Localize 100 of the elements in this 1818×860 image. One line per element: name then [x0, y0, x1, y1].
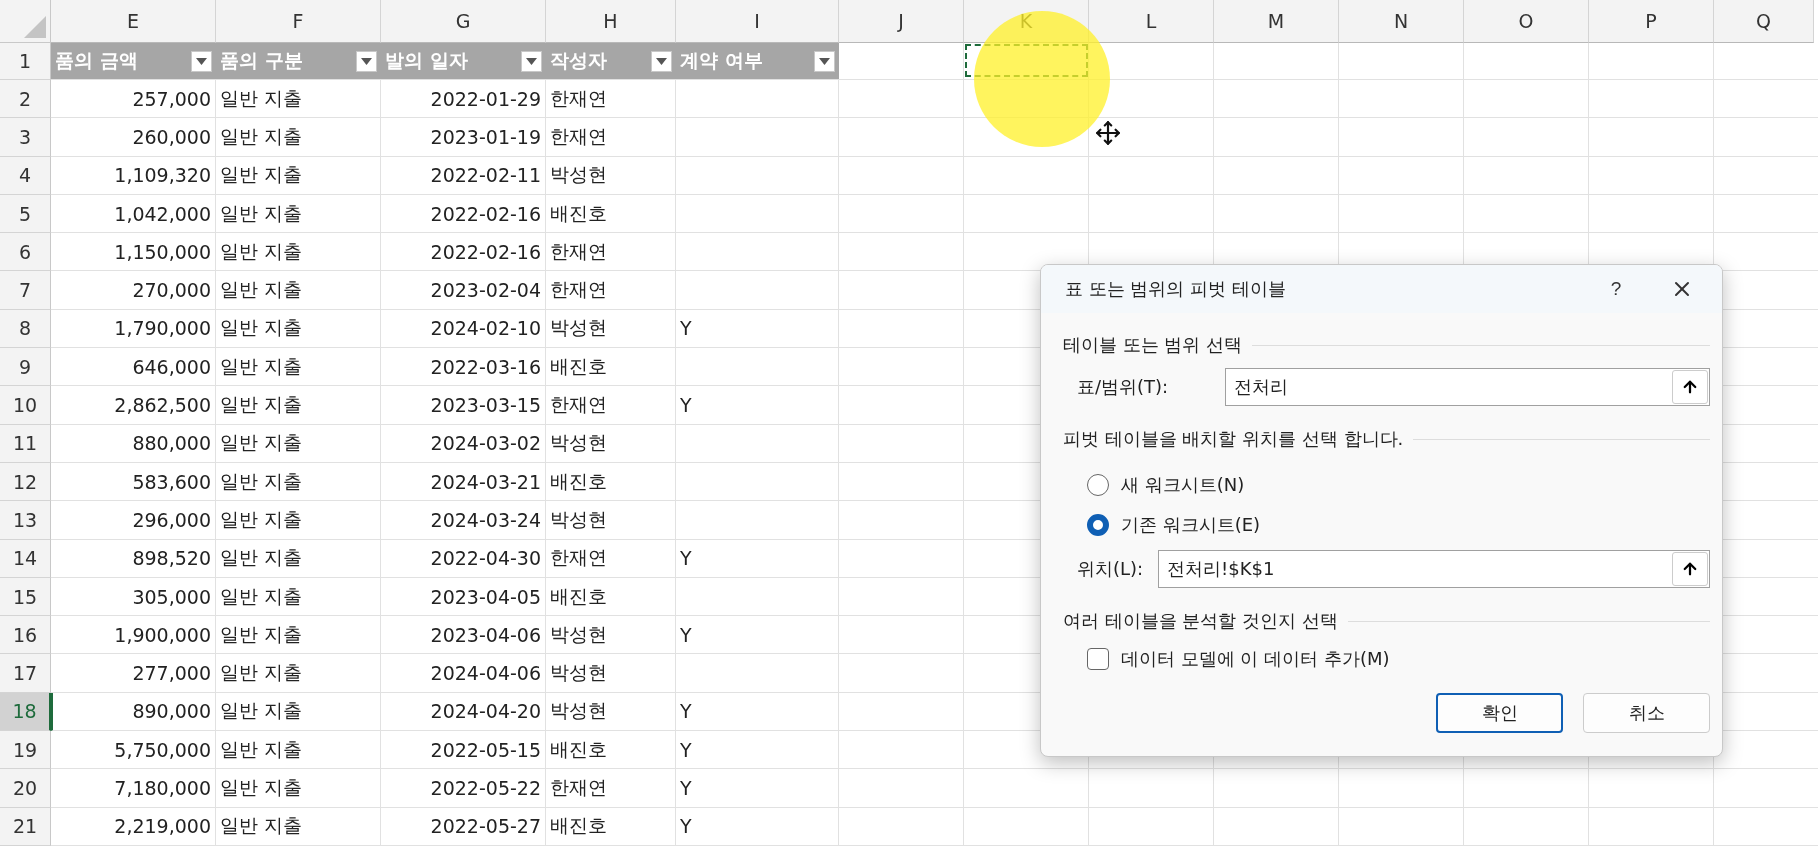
table-cell: 한재연	[546, 539, 676, 578]
table-cell: Y	[676, 692, 839, 732]
location-field[interactable]: 전처리!$K$1	[1158, 550, 1710, 588]
table-cell: 한재연	[546, 118, 676, 157]
column-header[interactable]: E	[51, 0, 216, 43]
table-cell: 1,042,000	[51, 194, 216, 234]
table-cell: 270,000	[51, 271, 216, 310]
row-header[interactable]: 6	[0, 233, 51, 272]
table-cell: Y	[676, 539, 839, 578]
table-cell: 2022-03-16	[381, 348, 546, 387]
row-header[interactable]: 19	[0, 731, 51, 770]
table-cell: 박성현	[546, 156, 676, 195]
row-header[interactable]: 16	[0, 616, 51, 655]
column-header[interactable]: O	[1464, 0, 1589, 43]
text-input[interactable]: 전처리!$K$1	[1159, 558, 1672, 580]
row-header[interactable]: 17	[0, 654, 51, 693]
help-button[interactable]: ?	[1586, 269, 1646, 309]
ok-button[interactable]: 확인	[1436, 693, 1563, 733]
option-label: 새 워크시트(N)	[1121, 473, 1245, 497]
radio-option[interactable]: 기존 워크시트(E)	[1063, 505, 1710, 545]
table-cell: 890,000	[51, 692, 216, 732]
table-cell: 박성현	[546, 692, 676, 732]
table-cell: 한재연	[546, 233, 676, 272]
table-cell: 880,000	[51, 424, 216, 463]
table-cell: 646,000	[51, 348, 216, 387]
table-cell: 898,520	[51, 539, 216, 578]
table-cell: 2022-02-16	[381, 233, 546, 272]
table-cell: 일반 지출	[216, 769, 381, 808]
table-cell: 일반 지출	[216, 80, 381, 119]
section-label: 여러 테이블을 분석할 것인지 선택	[1063, 609, 1338, 633]
column-header[interactable]: J	[839, 0, 964, 43]
header-label: 발의 일자	[385, 48, 468, 73]
row-header[interactable]: 20	[0, 769, 51, 808]
table-cell: 1,900,000	[51, 616, 216, 655]
row-header[interactable]: 13	[0, 501, 51, 540]
header-label: 품의 금액	[55, 48, 138, 73]
column-header[interactable]: N	[1339, 0, 1464, 43]
table-cell: 583,600	[51, 462, 216, 502]
row-header[interactable]: 5	[0, 194, 51, 234]
table-cell: 2024-04-20	[381, 692, 546, 732]
table-cell: 1,150,000	[51, 233, 216, 272]
field-label: 위치(L):	[1077, 557, 1145, 581]
table-cell: 7,180,000	[51, 769, 216, 808]
table-cell: 2022-05-15	[381, 731, 546, 770]
table-cell: 2024-03-24	[381, 501, 546, 540]
row-header[interactable]: 21	[0, 807, 51, 846]
table-cell: 배진호	[546, 462, 676, 502]
row-header[interactable]: 2	[0, 80, 51, 119]
row-header[interactable]: 12	[0, 462, 51, 502]
cancel-button[interactable]: 취소	[1583, 693, 1710, 733]
table-cell: 2,862,500	[51, 386, 216, 425]
table-cell: 2024-03-02	[381, 424, 546, 463]
table-cell: 2022-05-27	[381, 807, 546, 846]
table-cell: 일반 지출	[216, 501, 381, 540]
range-field[interactable]: 전처리	[1225, 368, 1710, 406]
table-cell: 일반 지출	[216, 348, 381, 387]
dialog-title: 표 또는 범위의 피벗 테이블	[1065, 277, 1287, 301]
radio-option[interactable]: 새 워크시트(N)	[1063, 465, 1710, 505]
column-header[interactable]: G	[381, 0, 546, 43]
column-header[interactable]: F	[216, 0, 381, 43]
table-cell: 박성현	[546, 654, 676, 693]
table-cell: 2,219,000	[51, 807, 216, 846]
column-header[interactable]: L	[1089, 0, 1214, 43]
table-cell: 일반 지출	[216, 156, 381, 195]
section-label: 피벗 테이블을 배치할 위치를 선택 합니다.	[1063, 427, 1404, 451]
field-label: 표/범위(T):	[1077, 375, 1170, 399]
column-header[interactable]: M	[1214, 0, 1339, 43]
row-header[interactable]: 7	[0, 271, 51, 310]
table-cell: 2023-04-06	[381, 616, 546, 655]
column-header[interactable]: P	[1589, 0, 1714, 43]
row-header[interactable]: 9	[0, 348, 51, 387]
row-header[interactable]: 11	[0, 424, 51, 463]
text-input[interactable]: 전처리	[1226, 376, 1672, 398]
table-cell: 1,790,000	[51, 309, 216, 349]
header-label: 작성자	[550, 48, 607, 73]
table-cell: 박성현	[546, 424, 676, 463]
row-header[interactable]: 1	[0, 43, 51, 80]
table-cell: 2022-02-16	[381, 194, 546, 234]
header-label: 계약 여부	[680, 48, 763, 73]
row-header[interactable]: 8	[0, 309, 51, 349]
table-cell: 305,000	[51, 577, 216, 617]
column-header[interactable]: Q	[1714, 0, 1814, 43]
table-cell: 일반 지출	[216, 807, 381, 846]
table-cell: 박성현	[546, 616, 676, 655]
table-cell: 2022-05-22	[381, 769, 546, 808]
table-cell: 박성현	[546, 501, 676, 540]
table-cell: 2024-03-21	[381, 462, 546, 502]
row-header[interactable]: 10	[0, 386, 51, 425]
row-header[interactable]: 3	[0, 118, 51, 157]
option-label: 데이터 모델에 이 데이터 추가(M)	[1121, 647, 1390, 671]
row-header[interactable]: 14	[0, 539, 51, 578]
column-header[interactable]: H	[546, 0, 676, 43]
row-header[interactable]: 18	[0, 692, 51, 732]
table-cell: 2023-04-05	[381, 577, 546, 617]
checkbox-option[interactable]: 데이터 모델에 이 데이터 추가(M)	[1063, 639, 1710, 679]
row-header[interactable]: 4	[0, 156, 51, 195]
row-header[interactable]: 15	[0, 577, 51, 617]
table-cell: 5,750,000	[51, 731, 216, 770]
table-cell: Y	[676, 616, 839, 655]
column-header[interactable]: I	[676, 0, 839, 43]
